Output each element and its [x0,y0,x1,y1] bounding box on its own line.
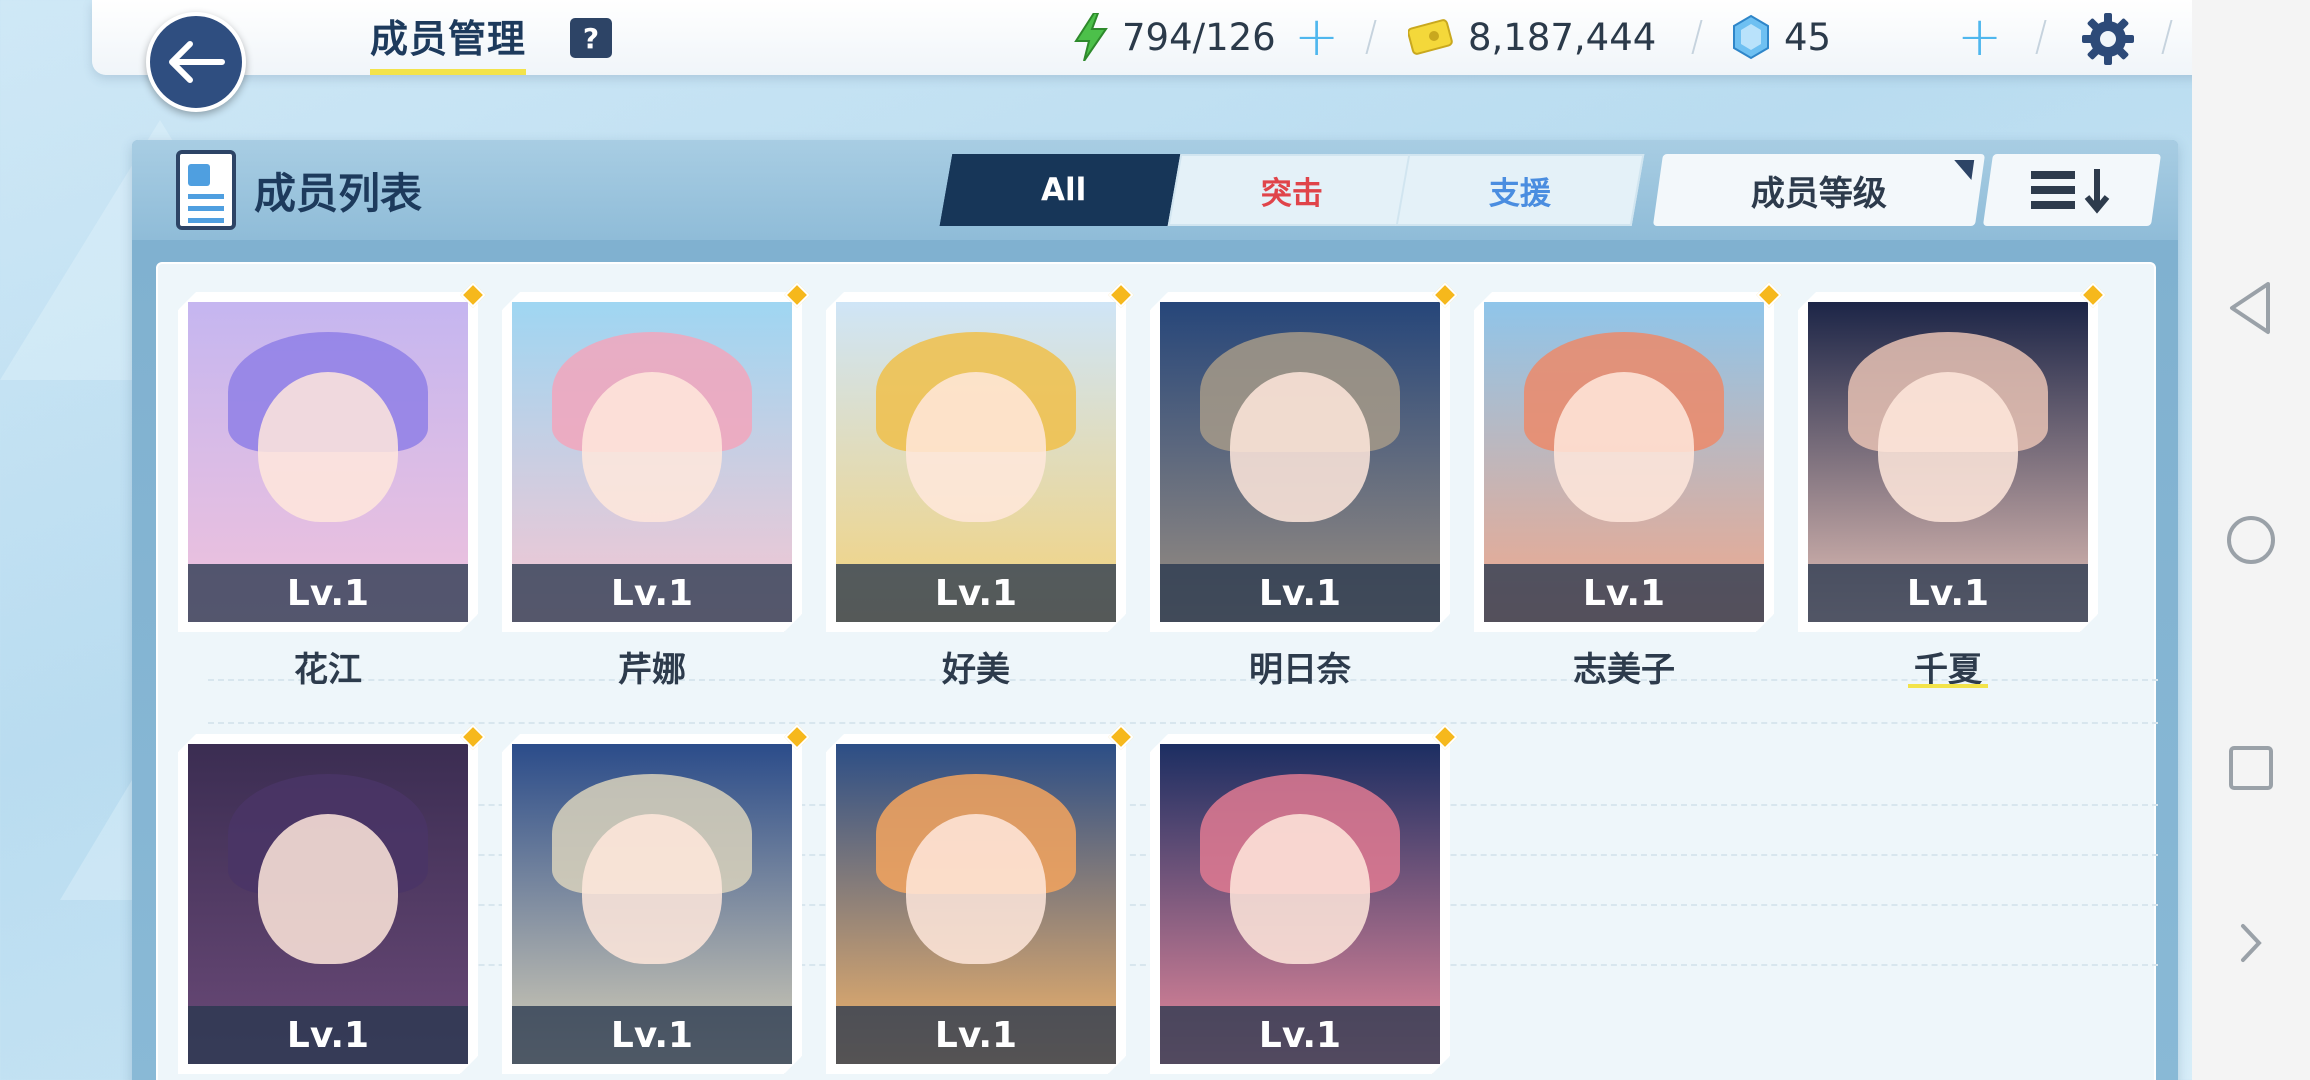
gem-icon [1733,14,1769,60]
credits-display: 8,187,444 [1408,12,1656,62]
energy-value: 794/126 [1122,15,1276,59]
divider [1365,20,1377,54]
top-bar: 成员管理 ? 794/126 + 8,187,444 45 + [92,0,2252,75]
square-recents-icon [2229,746,2273,790]
member-card-icon [176,150,236,230]
member-level: Lv.1 [512,564,792,622]
member-name: 芹娜 [618,650,686,690]
credit-card-icon [1408,19,1453,55]
chevron-right-icon [2241,924,2262,962]
tab-support[interactable]: 支援 [1395,154,1645,226]
dropdown-corner-icon [1951,160,1975,180]
member-level: Lv.1 [188,1006,468,1064]
member-name: 花江 [294,650,362,690]
tab-label: 突击 [1261,175,1323,212]
member-level: Lv.1 [1484,564,1764,622]
gear-icon [2082,13,2134,65]
tab-label: 支援 [1489,175,1551,212]
member-grid: Lv.1 花江 Lv.1 芹娜 Lv.1 好美 Lv.1 明日奈 Lv.1 志美… [156,262,2158,1080]
sort-dropdown[interactable]: 成员等级 [1652,154,1986,226]
member-card[interactable]: Lv.1 [1150,724,1458,1074]
page-title: 成员管理 [370,8,527,75]
arrow-left-icon [169,41,225,83]
lightning-icon [1074,13,1108,61]
sort-label: 成员等级 [1751,173,1887,214]
name-highlight [1908,684,1988,688]
panel-title: 成员列表 [254,169,423,218]
member-level: Lv.1 [1160,564,1440,622]
member-level: Lv.1 [836,564,1116,622]
member-level: Lv.1 [188,564,468,622]
filter-tabs: All 突击 支援 [939,154,1645,226]
credits-value: 8,187,444 [1468,15,1657,59]
system-expand-button[interactable] [2211,903,2291,983]
help-button[interactable]: ? [570,18,612,58]
tab-assault[interactable]: 突击 [1167,154,1417,226]
member-card[interactable]: Lv.1 花江 [178,282,486,690]
energy-display: 794/126 [1074,12,1276,62]
member-level: Lv.1 [512,1006,792,1064]
panel-header: 成员列表 All 突击 支援 成员等级 [132,140,2178,240]
settings-button[interactable] [2077,8,2139,70]
divider [2035,20,2047,54]
back-button[interactable] [146,12,246,112]
member-level: Lv.1 [1160,1006,1440,1064]
add-gems-button[interactable]: + [1957,10,2002,64]
gems-display: 45 [1732,12,1831,62]
gems-value: 45 [1784,15,1832,59]
add-energy-button[interactable]: + [1294,10,1339,64]
member-name: 明日奈 [1249,650,1351,690]
system-recents-button[interactable] [2211,728,2291,808]
member-card[interactable]: Lv.1 千夏 [1798,282,2106,690]
tab-label: All [1041,172,1087,208]
system-back-button[interactable] [2211,268,2291,348]
member-card[interactable]: Lv.1 明日奈 [1150,282,1458,690]
member-card[interactable]: Lv.1 [178,724,486,1074]
row-divider [208,722,2158,724]
member-list-panel: 成员列表 All 突击 支援 成员等级 Lv.1 花江 Lv.1 芹娜 Lv.1… [132,140,2178,1080]
member-card[interactable]: Lv.1 好美 [826,282,1134,690]
member-card[interactable]: Lv.1 志美子 [1474,282,1782,690]
member-level: Lv.1 [836,1006,1116,1064]
member-name: 志美子 [1573,650,1675,690]
member-name: 好美 [942,650,1010,690]
member-card[interactable]: Lv.1 芹娜 [502,282,810,690]
system-home-button[interactable] [2211,500,2291,580]
triangle-back-icon [2230,282,2270,334]
tab-all[interactable]: All [939,154,1189,226]
divider [2161,20,2173,54]
member-card[interactable]: Lv.1 [826,724,1134,1074]
sort-descending-icon [2031,169,2110,214]
system-nav-bar [2192,0,2310,1080]
sort-order-button[interactable] [1982,154,2162,226]
divider [1691,20,1703,54]
member-card[interactable]: Lv.1 [502,724,810,1074]
circle-home-icon [2227,516,2275,564]
member-level: Lv.1 [1808,564,2088,622]
